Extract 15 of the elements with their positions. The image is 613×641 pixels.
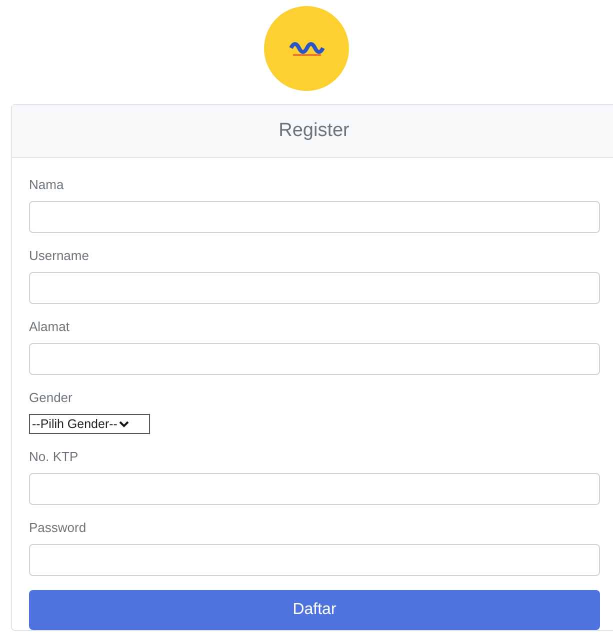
field-label: Alamat xyxy=(29,318,70,336)
input-field[interactable] xyxy=(29,544,600,576)
input-field[interactable] xyxy=(29,272,600,304)
input-field[interactable] xyxy=(29,201,600,233)
gender-dropdown[interactable]: --Pilih Gender-- xyxy=(29,414,150,434)
submit-button[interactable]: Daftar xyxy=(29,590,600,630)
chevron-down-icon xyxy=(119,420,130,428)
field-label: Password xyxy=(29,519,88,537)
field-label: Username xyxy=(29,247,90,265)
field-label: Nama xyxy=(29,176,65,194)
card-title: Register xyxy=(278,118,350,143)
input-field[interactable] xyxy=(29,473,600,505)
field-label: Gender xyxy=(29,389,74,407)
field-label: No. KTP xyxy=(29,448,80,466)
input-field[interactable] xyxy=(29,343,600,375)
